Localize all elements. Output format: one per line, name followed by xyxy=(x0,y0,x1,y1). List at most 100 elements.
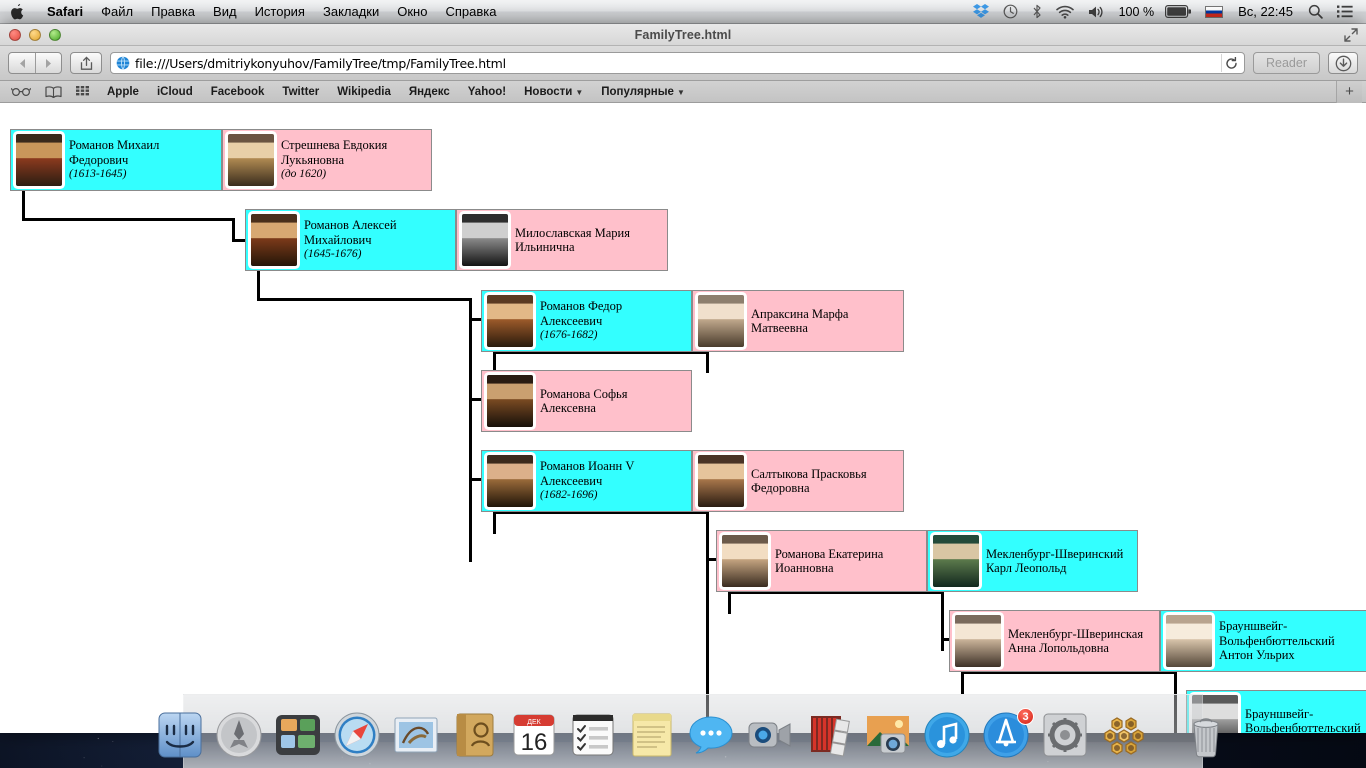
person-portrait-image xyxy=(698,455,744,507)
tree-person-node[interactable]: Романова Софья Алексевна xyxy=(481,370,692,432)
wifi-icon[interactable] xyxy=(1049,0,1081,24)
menu-view[interactable]: Вид xyxy=(204,0,246,24)
tree-connector-line xyxy=(257,271,260,301)
tree-person-node[interactable]: Салтыкова Прасковья Федоровна xyxy=(692,450,904,512)
person-name-line-1: Романов Иоанн V xyxy=(540,459,635,474)
bookmark-apple[interactable]: Apple xyxy=(98,86,148,98)
person-portrait-image xyxy=(933,535,979,587)
bookmark-wikipedia[interactable]: Wikipedia xyxy=(328,86,400,98)
tree-person-node[interactable]: Брауншвейг- Вольфенбюттельский xyxy=(1186,690,1366,733)
menu-bookmarks[interactable]: Закладки xyxy=(314,0,388,24)
tree-connector-line xyxy=(469,298,472,562)
family-tree-diagram: Романов Михаил Федорович (1613-1645) Стрешн… xyxy=(0,104,1366,733)
person-name-line-1: Апраксина Марфа xyxy=(751,306,849,321)
person-name-line-2: Лукьяновна xyxy=(281,152,345,167)
person-name-line-2: Вольфенбюттельский xyxy=(1245,721,1361,733)
tree-person-node[interactable]: Милославская Мария Ильинична xyxy=(456,209,668,271)
person-portrait-image xyxy=(722,535,768,587)
person-name-line-2: Алексеевич xyxy=(540,473,603,488)
person-label: Милославская Мария Ильинична xyxy=(515,226,630,255)
address-bar[interactable]: file:///Users/dmitriykonyuhov/FamilyTree… xyxy=(110,52,1245,74)
person-label: Мекленбург-Шверинская Анна Лопольдовна xyxy=(1008,627,1143,656)
person-name-line-1: Мекленбург-Шверинская xyxy=(1008,626,1144,641)
person-years: (1682-1696) xyxy=(540,489,598,502)
sidebar-icon[interactable] xyxy=(4,86,38,97)
spotlight-search-icon[interactable] xyxy=(1301,0,1330,24)
person-name-line-1: Романов Алексей xyxy=(304,218,397,233)
person-name-line-2: Анна Лопольдовна xyxy=(1008,641,1109,655)
top-sites-icon[interactable] xyxy=(69,85,98,98)
person-label: Мекленбург-Шверинский Карл Леопольд xyxy=(986,547,1123,576)
window-title: FamilyTree.html xyxy=(634,27,732,42)
bookmark-yandex[interactable]: Яндекс xyxy=(400,86,459,98)
menu-window[interactable]: Окно xyxy=(388,0,436,24)
bookmarks-bar: Apple iCloud Facebook Twitter Wikipedia … xyxy=(0,80,1366,103)
person-name-line-3: Антон Ульрих xyxy=(1219,648,1295,663)
window-title-bar[interactable]: FamilyTree.html xyxy=(0,24,1366,46)
forward-button[interactable] xyxy=(35,53,61,73)
dropbox-icon[interactable] xyxy=(966,0,996,24)
person-name-line-2: Матвеевна xyxy=(751,321,808,335)
apple-logo-icon[interactable] xyxy=(10,3,24,20)
notification-center-icon[interactable] xyxy=(1330,0,1360,24)
person-portrait-image xyxy=(487,295,533,347)
menu-file[interactable]: Файл xyxy=(92,0,142,24)
person-portrait-image xyxy=(228,134,274,186)
tree-person-node[interactable]: Романов Федор Алексеевич (1676-1682) xyxy=(481,290,692,352)
tree-person-node[interactable]: Стрешнева Евдокия Лукьяновна (до 1620) xyxy=(222,129,432,191)
person-years: (до 1620) xyxy=(281,168,327,181)
bookmark-icloud[interactable]: iCloud xyxy=(148,86,202,98)
reader-button[interactable]: Reader xyxy=(1253,52,1320,74)
reload-icon[interactable] xyxy=(1221,54,1241,72)
share-button[interactable] xyxy=(70,52,102,74)
tree-person-node[interactable]: Брауншвейг- Вольфенбюттельский Антон Ульри… xyxy=(1160,610,1366,672)
battery-icon[interactable] xyxy=(1158,0,1198,24)
time-machine-icon[interactable] xyxy=(996,0,1025,24)
tree-person-node[interactable]: Романова Екатерина Иоанновна xyxy=(716,530,927,592)
globe-icon xyxy=(116,56,130,70)
reading-list-icon[interactable] xyxy=(38,85,69,98)
new-tab-button[interactable]: + xyxy=(1336,80,1362,103)
person-name-line-2: Иоанновна xyxy=(775,561,834,575)
volume-icon[interactable] xyxy=(1081,0,1112,24)
bookmark-yahoo[interactable]: Yahoo! xyxy=(459,86,515,98)
person-label: Романов Михаил Федорович (1613-1645) xyxy=(69,138,159,182)
person-name-line-1: Романова Екатерина xyxy=(775,546,884,561)
person-portrait-image xyxy=(16,134,62,186)
tree-person-node[interactable]: Мекленбург-Шверинский Карл Леопольд xyxy=(927,530,1138,592)
web-page-content: Романов Михаил Федорович (1613-1645) Стрешн… xyxy=(0,104,1366,733)
bookmark-folder-popular[interactable]: Популярные ▼ xyxy=(592,86,694,98)
tree-person-node[interactable]: Романов Иоанн V Алексеевич (1682-1696) xyxy=(481,450,692,512)
menu-history[interactable]: История xyxy=(246,0,314,24)
tree-person-node[interactable]: Романов Михаил Федорович (1613-1645) xyxy=(10,129,222,191)
tree-person-node[interactable]: Романов Алексей Михайлович (1645-1676) xyxy=(245,209,456,271)
person-name-line-2: Алексеевич xyxy=(540,313,603,328)
tree-connector-line xyxy=(728,592,731,614)
back-button[interactable] xyxy=(9,53,35,73)
tree-connector-line xyxy=(1174,671,1177,733)
bluetooth-icon[interactable] xyxy=(1025,0,1049,24)
menu-safari[interactable]: Safari xyxy=(38,0,92,24)
downloads-button[interactable] xyxy=(1328,52,1358,74)
tree-connector-line xyxy=(706,511,709,733)
person-label: Апраксина Марфа Матвеевна xyxy=(751,307,848,336)
person-years: (1676-1682) xyxy=(540,329,598,342)
person-portrait-image xyxy=(462,214,508,266)
clock-label[interactable]: Вс, 22:45 xyxy=(1230,0,1301,24)
tree-person-node[interactable]: Мекленбург-Шверинская Анна Лопольдовна xyxy=(949,610,1160,672)
bookmark-facebook[interactable]: Facebook xyxy=(202,86,274,98)
person-name-line-1: Стрешнева Евдокия xyxy=(281,138,388,153)
tree-connector-line xyxy=(22,218,235,221)
navigation-buttons[interactable] xyxy=(8,52,62,74)
person-label: Брауншвейг- Вольфенбюттельский xyxy=(1245,707,1361,734)
menu-edit[interactable]: Правка xyxy=(142,0,204,24)
menu-help[interactable]: Справка xyxy=(436,0,505,24)
person-name-line-2: Федоровна xyxy=(751,481,810,495)
bookmark-folder-novosti[interactable]: Новости ▼ xyxy=(515,86,592,98)
tree-person-node[interactable]: Апраксина Марфа Матвеевна xyxy=(692,290,904,352)
russian-flag-icon[interactable] xyxy=(1198,0,1230,24)
url-text: file:///Users/dmitriykonyuhov/FamilyTree… xyxy=(135,55,506,71)
bookmark-twitter[interactable]: Twitter xyxy=(273,86,328,98)
person-name-line-1: Романова Софья xyxy=(540,386,628,401)
bookmark-label: Новости xyxy=(524,85,573,98)
